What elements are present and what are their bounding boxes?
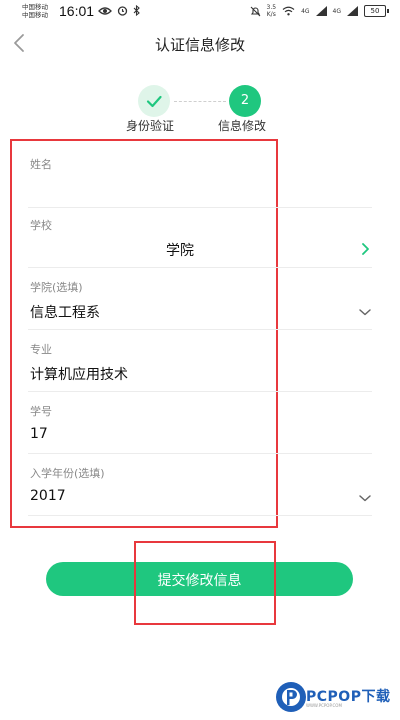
alarm-icon: [117, 6, 128, 16]
status-bar: 中国移动 中国移动 16:01 3.5 K/s 4G 4G 50: [0, 0, 400, 24]
system-icons: 3.5 K/s 4G 4G 50: [250, 4, 389, 18]
watermark-subtext: WWW.PCPOP.COM: [306, 703, 342, 708]
net-speed-unit: K/s: [266, 11, 276, 18]
signal-1-icon: [315, 6, 327, 16]
signal-2-label: 4G: [332, 7, 341, 15]
signal-1-label: 4G: [301, 7, 310, 15]
field-enrollment-year[interactable]: 入学年份(选填) 2017: [28, 461, 372, 516]
bluetooth-icon: [133, 5, 140, 16]
field-major[interactable]: 专业 计算机应用技术: [28, 337, 372, 392]
watermark: PCPOP下载 WWW.PCPOP.COM: [274, 680, 400, 716]
field-school-value: 学院: [166, 243, 194, 259]
eye-icon: [98, 6, 112, 15]
wifi-icon: [282, 6, 295, 16]
submit-button[interactable]: 提交修改信息: [46, 562, 353, 596]
chevron-right-icon[interactable]: [360, 242, 370, 256]
carrier-2: 中国移动: [22, 11, 48, 19]
battery-icon: 50: [364, 5, 389, 17]
field-student-id[interactable]: 学号 17: [28, 399, 372, 454]
clock: 16:01: [59, 3, 95, 19]
field-school-label: 学校: [30, 219, 52, 232]
pcpop-logo-icon: [276, 682, 306, 712]
mute-icon: [250, 6, 260, 16]
field-department-label: 学院(选填): [30, 281, 83, 294]
step-connector: [174, 101, 226, 102]
step-1-label: 身份验证: [126, 119, 175, 133]
check-icon: [146, 95, 162, 108]
field-school[interactable]: 学校 学院: [28, 213, 372, 268]
step-1-circle: [138, 85, 170, 117]
signal-2-icon: [347, 6, 358, 16]
carrier-1: 中国移动: [22, 3, 48, 11]
field-major-value: 计算机应用技术: [30, 367, 128, 383]
field-name-label: 姓名: [30, 158, 52, 171]
field-student-id-label: 学号: [30, 405, 52, 418]
net-speed: 3.5 K/s: [267, 4, 277, 18]
notification-icons: [98, 5, 140, 16]
step-2-label: 信息修改: [218, 119, 267, 133]
carrier-info: 中国移动 中国移动: [22, 3, 48, 19]
page-title: 认证信息修改: [154, 36, 245, 54]
field-name[interactable]: 姓名: [28, 152, 372, 208]
field-department[interactable]: 学院(选填) 信息工程系: [28, 275, 372, 330]
chevron-down-icon[interactable]: [358, 493, 372, 503]
progress-stepper: 2 身份验证 信息修改: [0, 80, 400, 135]
step-2-circle: 2: [229, 85, 261, 117]
field-enrollment-year-label: 入学年份(选填): [30, 467, 105, 480]
field-department-value: 信息工程系: [30, 305, 100, 321]
net-speed-value: 3.5: [266, 4, 277, 11]
chevron-down-icon[interactable]: [358, 307, 372, 317]
header: 认证信息修改: [0, 28, 400, 60]
field-enrollment-year-value: 2017: [30, 488, 66, 504]
field-major-label: 专业: [30, 343, 52, 356]
field-student-id-value: 17: [30, 426, 48, 442]
